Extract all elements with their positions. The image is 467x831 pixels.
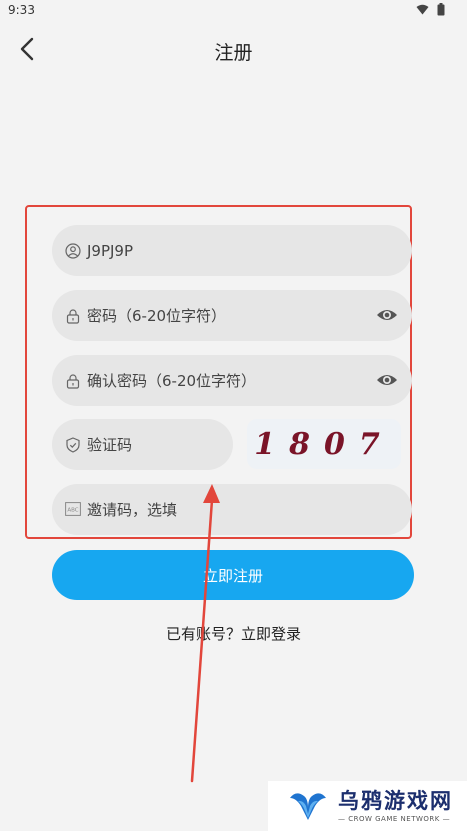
lock-icon [65, 373, 81, 389]
password-placeholder: 密码（6-20位字符） [87, 307, 227, 325]
svg-text:ABC: ABC [67, 507, 78, 513]
login-link[interactable]: 已有账号？立即登录 [0, 623, 467, 644]
abc-icon: ABC [65, 501, 81, 518]
wifi-icon [416, 4, 429, 15]
page-title: 注册 [214, 42, 253, 64]
captcha-placeholder: 验证码 [87, 436, 133, 454]
site-watermark: 乌鸦游戏网 — CROW GAME NETWORK — [268, 781, 467, 831]
username-value: J9PJ9P [87, 241, 134, 260]
register-button[interactable]: 立即注册 [52, 550, 414, 600]
show-confirm-password-eye-icon[interactable] [376, 371, 398, 389]
shield-icon [65, 436, 81, 453]
password-field[interactable]: 密码（6-20位字符） [52, 290, 412, 341]
username-field[interactable]: J9PJ9P [52, 225, 412, 276]
crow-logo-icon [290, 793, 326, 820]
user-icon [65, 242, 81, 259]
watermark-title: 乌鸦游戏网 [338, 788, 453, 813]
invite-code-field[interactable]: ABC 邀请码，选填 [52, 484, 412, 535]
battery-icon [437, 3, 445, 16]
status-bar: 9:33 [0, 0, 467, 22]
invite-code-placeholder: 邀请码，选填 [87, 501, 178, 519]
watermark-subtitle: — CROW GAME NETWORK — [338, 814, 451, 823]
lock-icon [65, 308, 81, 324]
confirm-password-field[interactable]: 确认密码（6-20位字符） [52, 355, 412, 406]
show-password-eye-icon[interactable] [376, 306, 398, 324]
status-icons [416, 3, 445, 16]
confirm-password-placeholder: 确认密码（6-20位字符） [87, 372, 257, 390]
captcha-image[interactable]: 1807 [247, 419, 401, 469]
captcha-field[interactable]: 验证码 [52, 419, 233, 470]
status-time: 9:33 [8, 3, 35, 17]
